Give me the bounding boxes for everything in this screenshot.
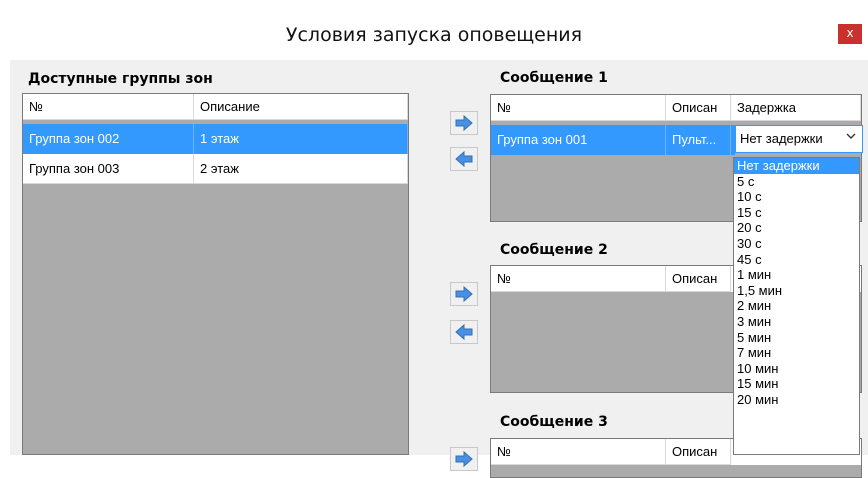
message3-label: Сообщение 3 <box>500 414 608 430</box>
remove-from-message1-button[interactable] <box>450 147 478 171</box>
dropdown-option[interactable]: 20 с <box>734 220 859 236</box>
column-header-delay[interactable]: Задержка <box>731 95 861 121</box>
arrow-right-icon <box>455 286 473 302</box>
column-header-number[interactable]: № <box>491 439 666 465</box>
remove-from-message2-button[interactable] <box>450 320 478 344</box>
dropdown-option[interactable]: 20 мин <box>734 392 859 408</box>
message1-label: Сообщение 1 <box>500 70 608 86</box>
arrow-right-icon <box>455 115 473 131</box>
column-header-description[interactable]: Описание <box>194 94 408 120</box>
dropdown-option[interactable]: 7 мин <box>734 345 859 361</box>
table-row[interactable]: Группа зон 002 1 этаж <box>23 124 408 154</box>
dropdown-option[interactable]: 5 с <box>734 174 859 190</box>
dropdown-option[interactable]: 10 с <box>734 189 859 205</box>
row-number: Группа зон 003 <box>23 154 194 184</box>
message2-label: Сообщение 2 <box>500 242 608 258</box>
dropdown-option[interactable]: 30 с <box>734 236 859 252</box>
column-header-description[interactable]: Описан <box>666 95 731 121</box>
arrow-right-icon <box>455 451 473 467</box>
dropdown-option[interactable]: 5 мин <box>734 330 859 346</box>
grid-header: № Описание <box>23 94 408 120</box>
title-bar: Условия запуска оповещения x <box>0 0 868 60</box>
dropdown-option[interactable]: 1 мин <box>734 267 859 283</box>
available-groups-label: Доступные группы зон <box>28 71 213 87</box>
dropdown-option[interactable]: Нет задержки <box>734 158 859 174</box>
column-header-description[interactable]: Описан <box>666 439 731 465</box>
available-groups-grid[interactable]: № Описание Группа зон 002 1 этаж Группа … <box>22 93 409 455</box>
row-number: Группа зон 001 <box>491 125 666 155</box>
dropdown-option[interactable]: 15 с <box>734 205 859 221</box>
table-row[interactable]: Группа зон 001 Пульт... <box>491 125 735 155</box>
row-description: 1 этаж <box>194 124 408 154</box>
delay-dropdown-list[interactable]: Нет задержки 5 с 10 с 15 с 20 с 30 с 45 с1 мин… <box>733 157 860 455</box>
arrow-left-icon <box>455 324 473 340</box>
add-to-message1-button[interactable] <box>450 111 478 135</box>
dropdown-option[interactable]: 1,5 мин <box>734 283 859 299</box>
dropdown-option[interactable]: 2 мин <box>734 298 859 314</box>
close-button[interactable]: x <box>838 24 862 44</box>
window-title: Условия запуска оповещения <box>285 24 583 46</box>
row-number: Группа зон 002 <box>23 124 194 154</box>
table-row[interactable]: Группа зон 003 2 этаж <box>23 154 408 184</box>
column-header-description[interactable]: Описан <box>666 266 731 292</box>
dropdown-option[interactable]: 10 мин <box>734 361 859 377</box>
row-description: 2 этаж <box>194 154 408 184</box>
dropdown-option[interactable]: 45 с <box>734 252 859 268</box>
column-header-number[interactable]: № <box>491 95 666 121</box>
delay-select-value: Нет задержки <box>740 131 823 146</box>
add-to-message2-button[interactable] <box>450 282 478 306</box>
dropdown-option[interactable]: 3 мин <box>734 314 859 330</box>
chevron-down-icon[interactable] <box>846 132 856 143</box>
delay-select[interactable]: Нет задержки <box>735 125 863 153</box>
row-description: Пульт... <box>666 125 731 155</box>
dropdown-option[interactable]: 15 мин <box>734 376 859 392</box>
column-header-number[interactable]: № <box>23 94 194 120</box>
add-to-message3-button[interactable] <box>450 447 478 471</box>
column-header-number[interactable]: № <box>491 266 666 292</box>
grid-header: № Описан Задержка <box>491 95 861 121</box>
arrow-left-icon <box>455 151 473 167</box>
